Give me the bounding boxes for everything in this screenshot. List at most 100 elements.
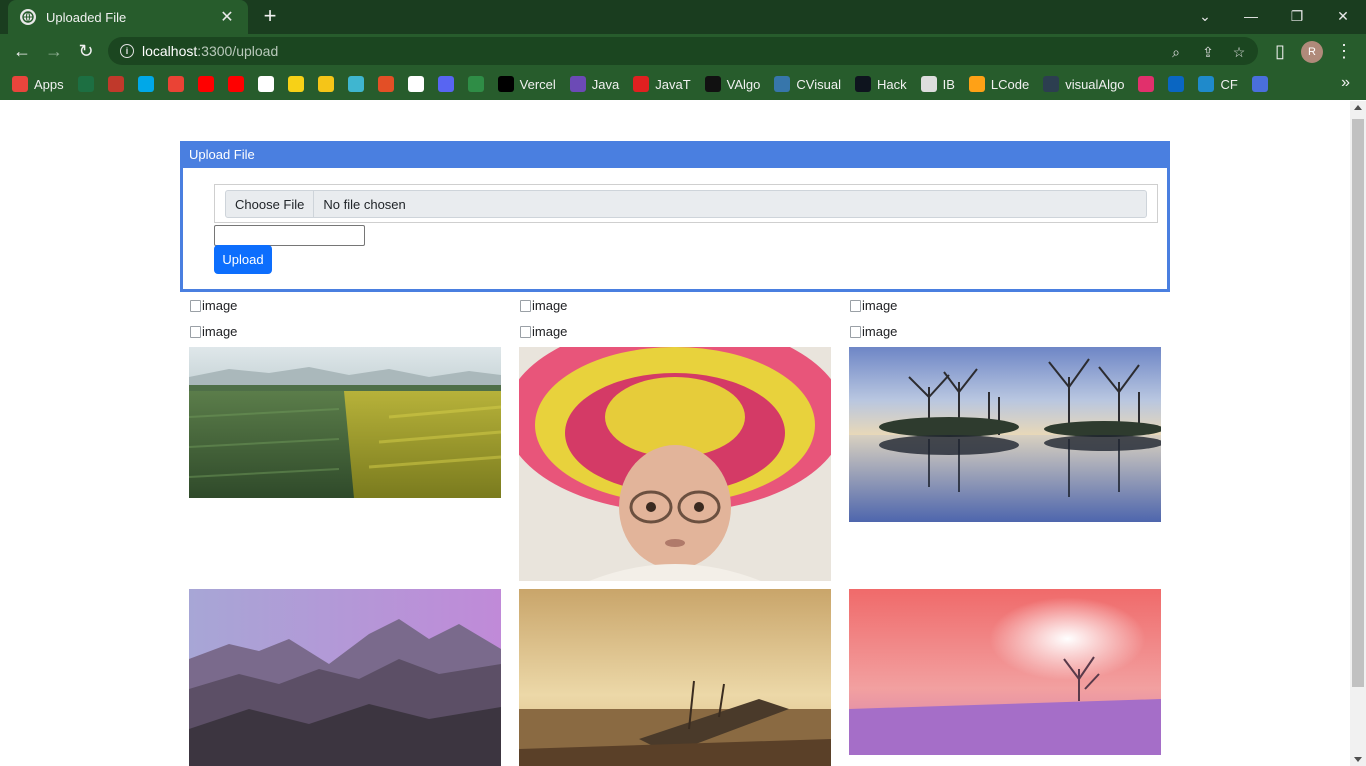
broken-image-alt: image xyxy=(202,323,238,339)
bookmark-item[interactable] xyxy=(227,76,244,92)
page-content: Upload File Choose File No file chosen U… xyxy=(0,101,1350,766)
bookmark-item[interactable] xyxy=(347,76,364,92)
pratilipi-icon xyxy=(317,76,334,92)
bookmark-item[interactable] xyxy=(377,76,394,92)
bookmark-item[interactable] xyxy=(107,76,124,92)
broken-image-alt: image xyxy=(532,297,568,313)
zoom-icon[interactable]: ⌕ xyxy=(1168,44,1184,60)
broken-image: image xyxy=(519,296,567,314)
bookmark-label: Apps xyxy=(34,76,64,92)
broken-image-alt: image xyxy=(202,297,238,313)
forward-icon[interactable]: → xyxy=(41,38,67,64)
broken-image: image xyxy=(189,296,237,314)
address-bar[interactable]: i localhost :3300/upload ⌕ ⇪ ☆ xyxy=(108,37,1258,65)
tab-search-icon[interactable]: ⌄ xyxy=(1182,0,1228,32)
close-window-icon[interactable]: ✕ xyxy=(1320,0,1366,32)
ib-icon xyxy=(920,76,937,92)
broken-image-alt: image xyxy=(862,323,898,339)
broken-image-alt: image xyxy=(862,297,898,313)
photo-lake-trees xyxy=(849,347,1161,522)
menu-icon[interactable]: ⋮ xyxy=(1331,38,1357,64)
back-icon[interactable]: ← xyxy=(9,38,35,64)
visualalgo-icon xyxy=(1043,76,1060,92)
upload-button[interactable]: Upload xyxy=(214,245,272,274)
bookmark-item[interactable]: Hack xyxy=(854,76,907,92)
file-input-wrapper: Choose File No file chosen xyxy=(214,184,1158,223)
upload-card: Upload File Choose File No file chosen U… xyxy=(180,141,1170,292)
vercel-icon xyxy=(497,76,514,92)
broken-image-icon xyxy=(849,299,861,312)
bookmark-item[interactable] xyxy=(167,76,184,92)
photo-flower-field xyxy=(189,347,501,498)
broken-image: image xyxy=(849,296,897,314)
bookmark-item[interactable]: JavaT xyxy=(633,76,691,92)
bookmark-label: VAlgo xyxy=(726,76,761,92)
file-input[interactable]: Choose File No file chosen xyxy=(225,190,1147,218)
bookmark-item[interactable]: LCode xyxy=(968,76,1030,92)
profile-avatar[interactable]: R xyxy=(1301,41,1323,63)
more-bookmarks-icon[interactable]: » xyxy=(1341,74,1350,92)
close-tab-icon[interactable]: ✕ xyxy=(218,7,236,27)
bookmark-item[interactable] xyxy=(137,76,154,92)
photo-pink-sunset xyxy=(849,589,1161,755)
bookmark-label: CVisual xyxy=(796,76,841,92)
flipkart-icon xyxy=(287,76,304,92)
bookmark-item[interactable] xyxy=(317,76,334,92)
bookmark-item[interactable] xyxy=(257,76,274,92)
broken-image-icon xyxy=(519,299,531,312)
site-info-icon[interactable]: i xyxy=(120,44,134,58)
linkedin-icon xyxy=(1168,76,1185,92)
side-panel-icon[interactable]: ▯ xyxy=(1267,38,1293,64)
bookmark-item[interactable]: visualAlgo xyxy=(1043,76,1124,92)
bookmark-item[interactable]: Java xyxy=(569,76,619,92)
tab-strip: Uploaded File ✕ + ⌄ — ❐ ✕ xyxy=(0,0,1366,34)
github-icon xyxy=(407,76,424,92)
restore-icon[interactable]: ❐ xyxy=(1274,0,1320,32)
bookmark-item[interactable]: Vercel xyxy=(497,76,556,92)
share-icon[interactable]: ⇪ xyxy=(1200,44,1216,60)
bookmark-item[interactable] xyxy=(437,76,454,92)
reload-icon[interactable]: ↻ xyxy=(73,38,99,64)
bookmark-item[interactable]: Apps xyxy=(12,76,64,92)
youtube-icon xyxy=(197,76,214,92)
bookmark-item[interactable]: CF xyxy=(1198,76,1238,92)
scrollbar-thumb[interactable] xyxy=(1352,119,1364,687)
broken-image: image xyxy=(849,322,897,340)
bookmark-label: visualAlgo xyxy=(1065,76,1125,92)
minimize-icon[interactable]: — xyxy=(1228,0,1274,32)
broken-image: image xyxy=(519,322,567,340)
bookmark-item[interactable] xyxy=(467,76,484,92)
instagram-icon xyxy=(1138,76,1155,92)
codeforces-icon xyxy=(1198,76,1215,92)
vertical-scrollbar[interactable] xyxy=(1350,101,1366,766)
bookmark-item[interactable] xyxy=(1138,76,1155,92)
photo-shipwreck xyxy=(519,589,831,766)
bookmark-label: LCode xyxy=(990,76,1030,92)
browser-toolbar: ← → ↻ i localhost :3300/upload ⌕ ⇪ ☆ ▯ R… xyxy=(0,34,1366,68)
bookmark-label: CF xyxy=(1220,76,1238,92)
tab-uploaded-file[interactable]: Uploaded File ✕ xyxy=(8,0,248,34)
bookmark-item[interactable] xyxy=(1168,76,1185,92)
gmail-icon xyxy=(167,76,184,92)
bookmark-item[interactable]: CVisual xyxy=(774,76,841,92)
scroll-up-icon[interactable] xyxy=(1354,105,1362,110)
bookmark-label: Hack xyxy=(876,76,907,92)
name-input[interactable] xyxy=(214,225,365,246)
bookmark-item[interactable]: IB xyxy=(920,76,955,92)
javat-icon xyxy=(633,76,650,92)
link-icon xyxy=(1251,76,1268,92)
bookmark-label: JavaT xyxy=(655,76,691,92)
bookmark-item[interactable]: VAlgo xyxy=(704,76,761,92)
bookmark-item[interactable] xyxy=(407,76,424,92)
choose-file-button[interactable]: Choose File xyxy=(226,191,315,217)
bookmark-item[interactable] xyxy=(197,76,214,92)
bookmark-item[interactable] xyxy=(77,76,94,92)
bookmark-item[interactable] xyxy=(287,76,304,92)
bookmark-item[interactable] xyxy=(1251,76,1268,92)
new-tab-icon[interactable]: + xyxy=(258,5,282,29)
scroll-down-icon[interactable] xyxy=(1354,757,1362,762)
speed-icon xyxy=(107,76,124,92)
url-host: localhost xyxy=(142,43,198,59)
bookmark-star-icon[interactable]: ☆ xyxy=(1231,44,1247,60)
amazon-icon xyxy=(257,76,274,92)
